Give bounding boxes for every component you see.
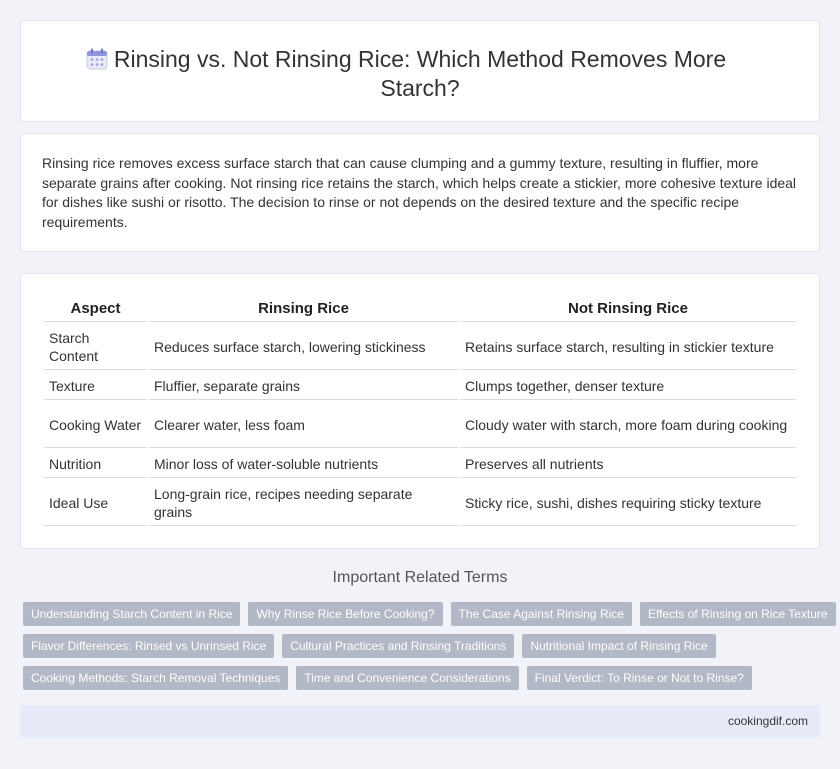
table-row: Cooking Water Clearer water, less foam C… [44, 402, 796, 448]
intro-card: Rinsing rice removes excess surface star… [20, 133, 820, 252]
related-term-tag[interactable]: Final Verdict: To Rinse or Not to Rinse? [526, 666, 752, 690]
table-cell: Retains surface starch, resulting in sti… [460, 324, 796, 370]
related-term-tag[interactable]: Flavor Differences: Rinsed vs Unrinsed R… [23, 634, 275, 658]
table-cell: Starch Content [44, 324, 147, 370]
table-row: Ideal Use Long-grain rice, recipes needi… [44, 480, 796, 526]
related-term-tag[interactable]: Time and Convenience Considerations [296, 666, 519, 690]
table-row: Texture Fluffier, separate grains Clumps… [44, 372, 796, 400]
table-cell: Long-grain rice, recipes needing separat… [149, 480, 458, 526]
table-cell: Clearer water, less foam [149, 402, 458, 448]
table-cell: Preserves all nutrients [460, 450, 796, 478]
related-term-tag[interactable]: Understanding Starch Content in Rice [23, 602, 241, 626]
related-term-tag[interactable]: Cooking Methods: Starch Removal Techniqu… [23, 666, 289, 690]
table-row: Starch Content Reduces surface starch, l… [44, 324, 796, 370]
table-cell: Clumps together, denser texture [460, 372, 796, 400]
table-cell: Minor loss of water-soluble nutrients [149, 450, 458, 478]
header-card: Rinsing vs. Not Rinsing Rice: Which Meth… [20, 20, 820, 122]
table-cell: Nutrition [44, 450, 147, 478]
table-cell: Ideal Use [44, 480, 147, 526]
column-header-not-rinsing: Not Rinsing Rice [460, 296, 796, 322]
comparison-table-card: Aspect Rinsing Rice Not Rinsing Rice Sta… [20, 273, 820, 549]
column-header-aspect: Aspect [44, 296, 147, 322]
related-terms-title: Important Related Terms [332, 569, 508, 586]
related-term-tag[interactable]: Cultural Practices and Rinsing Tradition… [282, 634, 515, 658]
comparison-table: Aspect Rinsing Rice Not Rinsing Rice Sta… [42, 294, 798, 528]
tag-row: Flavor Differences: Rinsed vs Unrinsed R… [23, 634, 823, 658]
related-term-tag[interactable]: The Case Against Rinsing Rice [450, 602, 632, 626]
tag-row: Cooking Methods: Starch Removal Techniqu… [23, 666, 823, 690]
table-cell: Cooking Water [44, 402, 147, 448]
related-term-tag[interactable]: Nutritional Impact of Rinsing Rice [522, 634, 716, 658]
related-term-tag[interactable]: Effects of Rinsing on Rice Texture [639, 602, 836, 626]
page-title-row: Rinsing vs. Not Rinsing Rice: Which Meth… [21, 45, 819, 103]
table-cell: Sticky rice, sushi, dishes requiring sti… [460, 480, 796, 526]
intro-paragraph: Rinsing rice removes excess surface star… [42, 155, 797, 230]
footer: cookingdif.com [20, 705, 820, 738]
table-row: Nutrition Minor loss of water-soluble nu… [44, 450, 796, 478]
table-cell: Texture [44, 372, 147, 400]
related-term-tag[interactable]: Why Rinse Rice Before Cooking? [248, 602, 443, 626]
page-title: Rinsing vs. Not Rinsing Rice: Which Meth… [113, 46, 727, 101]
related-terms-tags: Understanding Starch Content in Rice Why… [23, 602, 836, 698]
table-cell: Reduces surface starch, lowering stickin… [149, 324, 458, 370]
table-cell: Cloudy water with starch, more foam duri… [460, 402, 796, 448]
column-header-rinsing: Rinsing Rice [149, 296, 458, 322]
tag-row: Understanding Starch Content in Rice Why… [23, 602, 836, 626]
table-cell: Fluffier, separate grains [149, 372, 458, 400]
footer-site-link[interactable]: cookingdif.com [728, 714, 808, 728]
table-header-row: Aspect Rinsing Rice Not Rinsing Rice [44, 296, 796, 322]
